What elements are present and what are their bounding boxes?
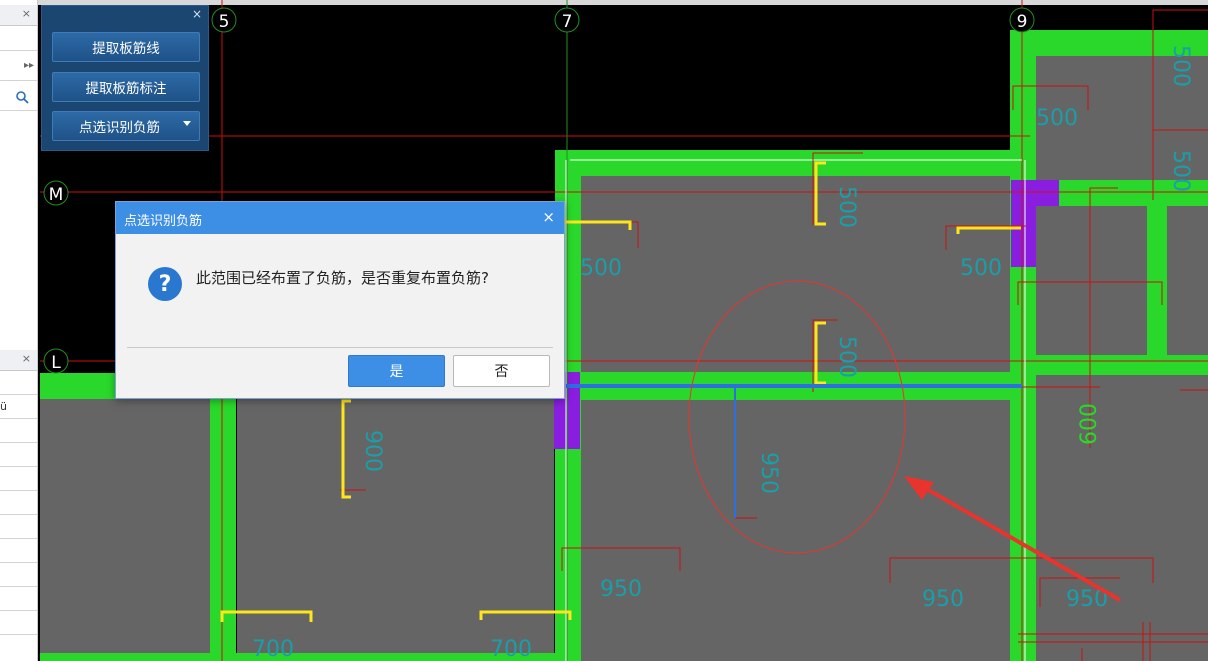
dim-text: 500 <box>834 186 859 228</box>
expand-icon[interactable]: ▸▸ <box>24 60 34 71</box>
left-panel-header-top: × <box>0 5 37 26</box>
dim-text: 500 <box>1168 45 1193 87</box>
chevron-down-icon[interactable] <box>183 121 191 126</box>
no-button[interactable]: 否 <box>453 355 550 387</box>
dim-text: 500 <box>1036 106 1078 131</box>
table-row[interactable] <box>0 514 37 515</box>
divider <box>127 347 553 348</box>
dim-text: 700 <box>252 637 294 661</box>
search-icon[interactable] <box>15 90 29 104</box>
svg-text:L: L <box>51 353 61 373</box>
dialog-title-bar[interactable]: 点选识别负筋 × <box>116 202 564 234</box>
axis-bubble-L: L <box>43 348 69 374</box>
dim-text: 950 <box>600 577 642 602</box>
table-row[interactable] <box>0 610 37 611</box>
dialog-message: 此范围已经布置了负筋，是否重复布置负筋? <box>196 269 489 287</box>
dim-text: 700 <box>490 637 532 661</box>
left-panel-header-bottom: × <box>0 350 37 371</box>
confirm-dialog: 点选识别负筋 × ? 此范围已经布置了负筋，是否重复布置负筋? 是 否 <box>115 201 565 399</box>
point-select-negative-rebar-button[interactable]: 点选识别负筋 <box>52 111 200 141</box>
axis-bubble-9: 9 <box>1009 7 1035 33</box>
axis-bubble-5: 5 <box>211 7 237 33</box>
close-icon[interactable]: × <box>192 7 202 21</box>
dim-text: 500 <box>1168 150 1193 192</box>
table-row[interactable] <box>0 586 37 587</box>
button-label: 提取板筋标注 <box>85 81 167 97</box>
table-row[interactable] <box>0 418 37 419</box>
dim-text: 500 <box>834 336 859 378</box>
left-side-panel: × ▸▸ × ü <box>0 0 38 661</box>
dialog-title: 点选识别负筋 <box>124 214 203 229</box>
dim-text: 500 <box>580 256 622 281</box>
svg-text:M: M <box>49 185 64 205</box>
table-row[interactable] <box>0 562 37 563</box>
dim-text: 950 <box>922 587 964 612</box>
axis-bubble-7: 7 <box>554 7 580 33</box>
divider <box>0 394 37 395</box>
divider <box>0 50 37 51</box>
close-icon[interactable]: × <box>22 7 31 20</box>
table-header-cell: ü <box>0 400 7 413</box>
table-row[interactable] <box>0 490 37 491</box>
svg-text:7: 7 <box>562 12 573 32</box>
table-row[interactable] <box>0 634 37 635</box>
dim-text: 900 <box>360 430 385 472</box>
button-label: 点选识别负筋 <box>79 120 160 136</box>
question-icon: ? <box>148 267 182 301</box>
dim-text: 600 <box>1077 403 1102 445</box>
svg-text:9: 9 <box>1017 12 1028 32</box>
floating-tool-panel: × 提取板筋线 提取板筋标注 点选识别负筋 <box>41 5 209 151</box>
close-icon[interactable]: × <box>542 208 555 226</box>
table-row[interactable] <box>0 466 37 467</box>
extract-slab-rebar-annotations-button[interactable]: 提取板筋标注 <box>52 72 200 102</box>
table-row[interactable] <box>0 538 37 539</box>
dim-text: 950 <box>756 452 781 494</box>
axis-bubble-M: M <box>43 180 69 206</box>
svg-text:5: 5 <box>219 12 230 32</box>
yes-button[interactable]: 是 <box>348 355 445 387</box>
divider <box>0 110 37 111</box>
dim-text: 500 <box>960 256 1002 281</box>
extract-slab-rebar-lines-button[interactable]: 提取板筋线 <box>52 32 200 62</box>
close-icon[interactable]: × <box>22 352 31 365</box>
button-label: 提取板筋线 <box>92 41 160 57</box>
divider <box>0 80 37 81</box>
table-row[interactable] <box>0 442 37 443</box>
